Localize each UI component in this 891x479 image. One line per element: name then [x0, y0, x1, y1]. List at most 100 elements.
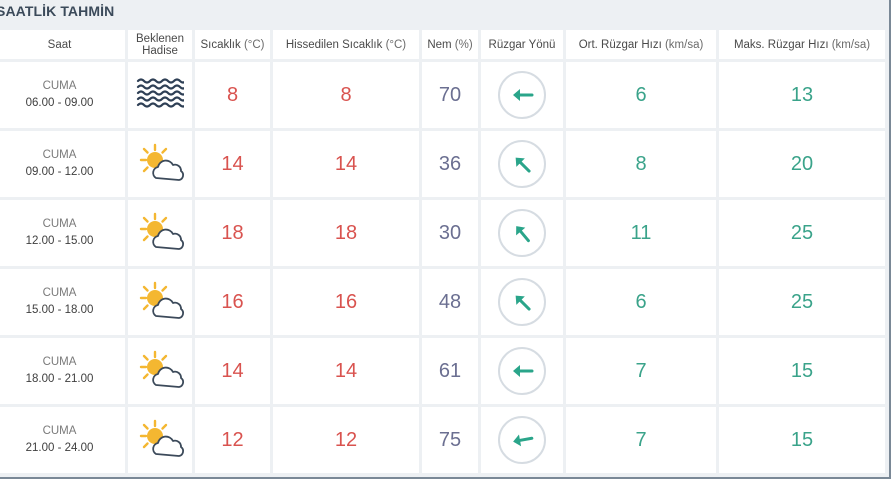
header-ort-ruzgar-unit: (km/sa) — [664, 38, 704, 51]
header-nem: Nem (%) — [422, 30, 478, 59]
header-ruzgar-yonu: Rüzgar Yönü — [481, 30, 563, 59]
wind-direction-cell — [481, 269, 563, 335]
hourly-forecast-table: Saat Beklenen Hadise Sıcaklık (°C) Hisse… — [0, 30, 885, 473]
avg-wind-speed-value: 8 — [566, 131, 716, 197]
weather-cell — [128, 200, 192, 266]
day-label: CUMA — [42, 287, 77, 299]
header-nem-label: Nem — [427, 38, 452, 51]
header-hissedilen-label: Hissedilen Sıcaklık — [285, 38, 383, 51]
avg-wind-speed-value: 11 — [566, 200, 716, 266]
weather-cell — [128, 407, 192, 473]
temperature-value: 12 — [195, 407, 270, 473]
header-hissedilen: Hissedilen Sıcaklık (°C) — [273, 30, 419, 59]
time-range: 06.00 - 09.00 — [25, 97, 94, 109]
forecast-panel: SAATLİK TAHMİN Saat Beklenen Hadise Sıca… — [0, 0, 891, 479]
temperature-value: 14 — [195, 338, 270, 404]
header-nem-unit: (%) — [454, 38, 473, 51]
avg-wind-speed-value: 6 — [566, 62, 716, 128]
header-ort-ruzgar-label: Ort. Rüzgar Hızı — [578, 38, 662, 51]
feels-like-value: 18 — [273, 200, 419, 266]
temperature-value: 16 — [195, 269, 270, 335]
humidity-value: 30 — [422, 200, 478, 266]
time-range: 09.00 - 12.00 — [25, 166, 94, 178]
humidity-value: 61 — [422, 338, 478, 404]
wind-arrow-icon — [502, 282, 542, 322]
time-range: 12.00 - 15.00 — [25, 235, 94, 247]
temperature-value: 18 — [195, 200, 270, 266]
time-cell: CUMA 09.00 - 12.00 — [0, 131, 125, 197]
humidity-value: 70 — [422, 62, 478, 128]
wind-arrow-icon — [508, 81, 536, 109]
partly-cloudy-icon — [135, 281, 185, 323]
avg-wind-speed-value: 7 — [566, 338, 716, 404]
time-cell: CUMA 21.00 - 24.00 — [0, 407, 125, 473]
wind-compass — [498, 140, 546, 188]
header-maks-ruzgar-unit: (km/sa) — [831, 38, 871, 51]
humidity-value: 48 — [422, 269, 478, 335]
weather-cell — [128, 269, 192, 335]
avg-wind-speed-value: 6 — [566, 269, 716, 335]
max-wind-speed-value: 25 — [719, 269, 885, 335]
header-sicaklik-label: Sıcaklık — [200, 38, 241, 51]
weather-cell — [128, 62, 192, 128]
max-wind-speed-value: 20 — [719, 131, 885, 197]
header-maks-ruzgar: Maks. Rüzgar Hızı (km/sa) — [719, 30, 885, 59]
wind-direction-cell — [481, 338, 563, 404]
header-hadise: Beklenen Hadise — [128, 30, 192, 59]
humidity-value: 36 — [422, 131, 478, 197]
max-wind-speed-value: 15 — [719, 407, 885, 473]
avg-wind-speed-value: 7 — [566, 407, 716, 473]
time-cell: CUMA 18.00 - 21.00 — [0, 338, 125, 404]
feels-like-value: 14 — [273, 338, 419, 404]
wind-direction-cell — [481, 62, 563, 128]
time-cell: CUMA 15.00 - 18.00 — [0, 269, 125, 335]
humidity-value: 75 — [422, 407, 478, 473]
partly-cloudy-icon — [135, 143, 185, 185]
partly-cloudy-icon — [135, 419, 185, 461]
day-label: CUMA — [42, 80, 77, 92]
wind-arrow-icon — [502, 213, 541, 252]
partly-cloudy-icon — [135, 350, 185, 392]
header-saat: Saat — [0, 30, 125, 59]
wind-compass — [498, 278, 546, 326]
wind-compass — [498, 209, 546, 257]
feels-like-value: 14 — [273, 131, 419, 197]
feels-like-value: 12 — [273, 407, 419, 473]
day-label: CUMA — [42, 218, 77, 230]
header-hadise-line2: Hadise — [142, 44, 178, 57]
partly-cloudy-icon — [135, 212, 185, 254]
wind-direction-cell — [481, 407, 563, 473]
time-range: 15.00 - 18.00 — [25, 304, 94, 316]
time-cell: CUMA 06.00 - 09.00 — [0, 62, 125, 128]
temperature-value: 8 — [195, 62, 270, 128]
time-range: 21.00 - 24.00 — [25, 442, 94, 454]
wind-arrow-icon — [502, 144, 542, 184]
header-maks-ruzgar-label: Maks. Rüzgar Hızı — [733, 38, 829, 51]
time-cell: CUMA 12.00 - 15.00 — [0, 200, 125, 266]
feels-like-value: 16 — [273, 269, 419, 335]
day-label: CUMA — [42, 356, 77, 368]
max-wind-speed-value: 15 — [719, 338, 885, 404]
wind-arrow-icon — [508, 357, 536, 385]
time-range: 18.00 - 21.00 — [25, 373, 94, 385]
header-ort-ruzgar: Ort. Rüzgar Hızı (km/sa) — [566, 30, 716, 59]
header-sicaklik-unit: (°C) — [243, 38, 265, 51]
day-label: CUMA — [42, 149, 77, 161]
wind-compass — [498, 347, 546, 395]
day-label: CUMA — [42, 425, 77, 437]
max-wind-speed-value: 13 — [719, 62, 885, 128]
feels-like-value: 8 — [273, 62, 419, 128]
wind-direction-cell — [481, 200, 563, 266]
header-hadise-line1: Beklenen — [136, 32, 184, 45]
wind-direction-cell — [481, 131, 563, 197]
header-sicaklik: Sıcaklık (°C) — [195, 30, 270, 59]
wind-compass — [498, 71, 546, 119]
wind-arrow-icon — [506, 424, 538, 456]
wind-compass — [498, 416, 546, 464]
temperature-value: 14 — [195, 131, 270, 197]
max-wind-speed-value: 25 — [719, 200, 885, 266]
weather-cell — [128, 338, 192, 404]
header-hissedilen-unit: (°C) — [385, 38, 407, 51]
weather-cell — [128, 131, 192, 197]
fog-icon — [136, 77, 184, 113]
